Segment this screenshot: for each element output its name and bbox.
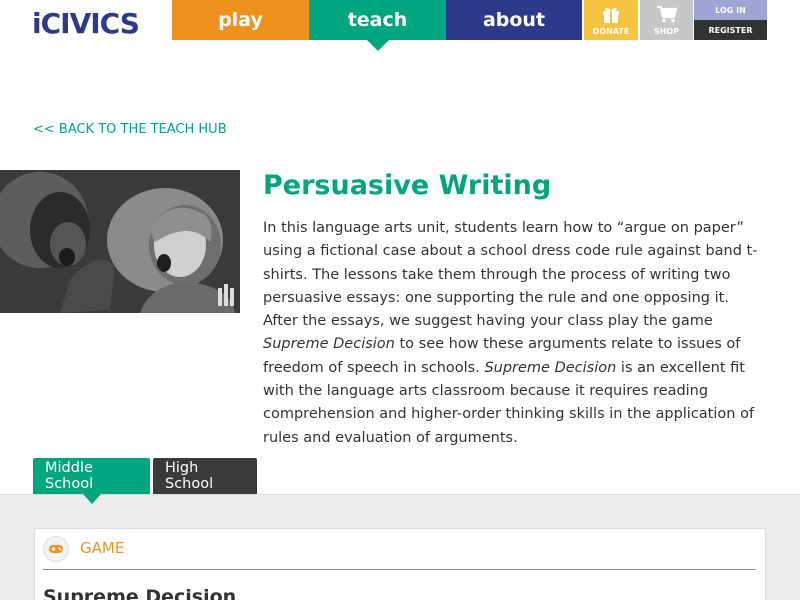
tab-high-school[interactable]: High School (153, 458, 257, 494)
back-to-teach-hub-link[interactable]: << BACK TO THE TEACH HUB (33, 122, 227, 137)
gift-icon (601, 5, 621, 27)
unit-illustration (0, 170, 240, 313)
gamepad-icon (43, 536, 69, 562)
nav-play[interactable]: play (172, 0, 309, 40)
login-button[interactable]: LOG IN (694, 0, 767, 20)
page-title: Persuasive Writing (263, 170, 552, 201)
divider (43, 569, 756, 570)
resource-type-label: GAME (80, 539, 125, 557)
grade-tabs: Middle School High School (33, 458, 257, 504)
tab-middle-school-label: Middle School (45, 460, 94, 492)
login-label: LOG IN (715, 5, 746, 15)
logo-text: iCIVICS (32, 6, 140, 40)
resource-card[interactable]: GAME Supreme Decision (34, 528, 766, 600)
cart-icon (656, 5, 678, 27)
nav-about[interactable]: about (446, 0, 582, 40)
nav-play-label: play (218, 9, 263, 31)
register-button[interactable]: REGISTER (694, 20, 767, 40)
donate-label: DONATE (592, 26, 630, 36)
donate-button[interactable]: DONATE (584, 0, 638, 40)
auth-box: LOG IN REGISTER (694, 0, 767, 40)
shop-label: SHOP (653, 26, 680, 36)
resource-title[interactable]: Supreme Decision (43, 586, 236, 600)
desc-game-name-1: Supreme Decision (263, 336, 395, 353)
tab-high-school-label: High School (165, 460, 214, 492)
nav-teach-label: teach (347, 9, 408, 31)
unit-description: In this language arts unit, students lea… (263, 217, 763, 450)
icivics-logo[interactable]: iCIVICS (32, 6, 140, 40)
nav-about-label: about (482, 9, 546, 31)
desc-text-1: In this language arts unit, students lea… (263, 220, 758, 330)
shop-button[interactable]: SHOP (640, 0, 693, 40)
desc-game-name-2: Supreme Decision (484, 359, 617, 376)
tab-middle-school[interactable]: Middle School (33, 458, 150, 504)
main-nav: play teach about (172, 0, 582, 51)
register-label: REGISTER (708, 25, 753, 35)
nav-teach[interactable]: teach (309, 0, 446, 51)
